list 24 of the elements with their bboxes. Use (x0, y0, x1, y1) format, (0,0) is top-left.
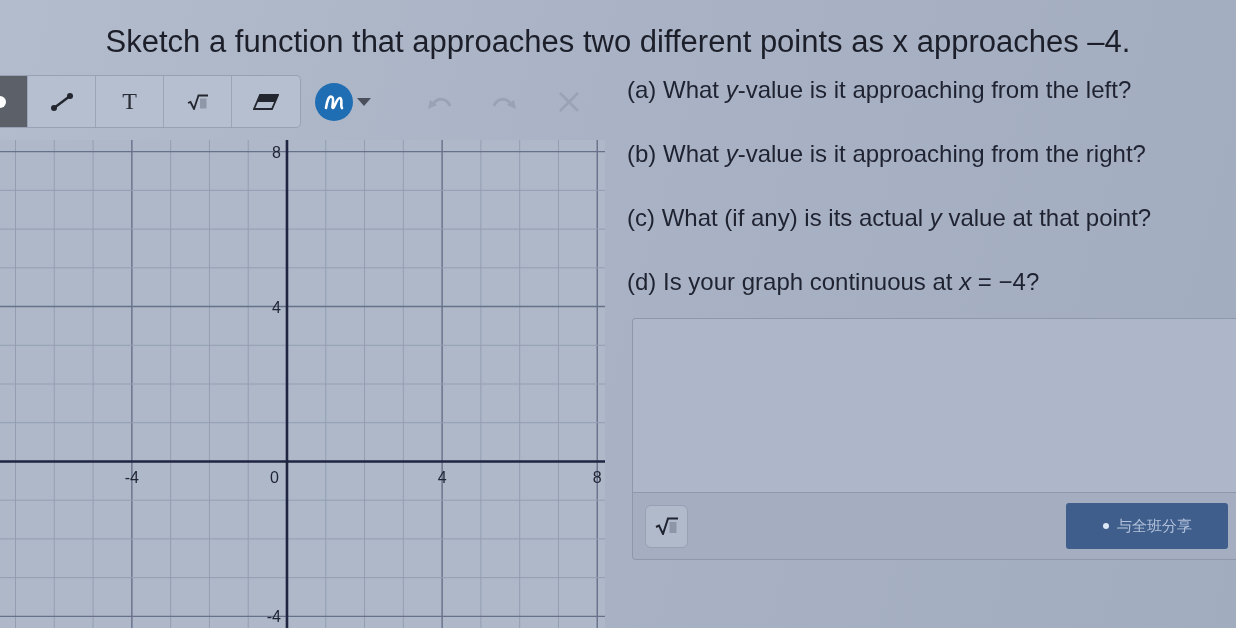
axis-label: 4 (437, 469, 447, 487)
axis-label: 4 (272, 298, 281, 316)
eraser-icon (253, 93, 279, 110)
axis-label: -4 (124, 469, 139, 487)
sqrt-icon (186, 93, 209, 110)
question-text: (d) Is your graph continuous at x = −4? (627, 268, 1041, 296)
question-text: (c) What (if any) is its actual y value at that point? (627, 204, 1153, 232)
caret-icon (357, 97, 371, 106)
question-title: Sketch a function that approaches two different points as x approaches –4. (104, 23, 1132, 61)
axis-label: -4 (266, 608, 281, 626)
tool-button[interactable] (0, 76, 28, 127)
axis-label: 8 (592, 469, 602, 487)
share-button[interactable]: 与全班分享 (1066, 503, 1228, 549)
question-text: (b) What y-value is it approaching from the right? (627, 140, 1147, 168)
squiggle-icon (315, 82, 353, 121)
tool-button[interactable]: T (96, 76, 164, 127)
dot-icon (1102, 523, 1109, 529)
question-text: (a) What y-value is it approaching from the left? (627, 76, 1133, 104)
math-input-button[interactable] (645, 504, 688, 548)
axis-label: 8 (272, 143, 281, 161)
origin-label: 0 (270, 469, 279, 487)
line-segment-icon (50, 92, 73, 111)
pen-color-button[interactable] (315, 82, 371, 121)
sqrt-icon (654, 517, 679, 535)
